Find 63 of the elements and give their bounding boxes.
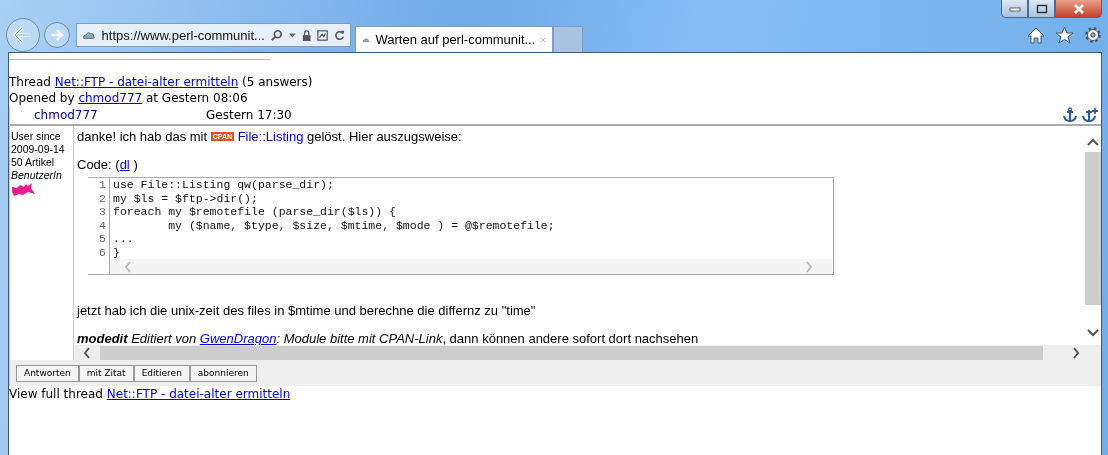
user-link[interactable]: chmod777 <box>78 91 143 105</box>
line-number: 1 <box>88 178 110 192</box>
code-label: Code: (dl ) <box>77 157 139 173</box>
star-icon[interactable] <box>1055 26 1074 44</box>
line-number: 4 <box>88 218 110 232</box>
back-arrow-icon <box>12 26 34 44</box>
opened-by-text: Opened by chmod777 at Gestern 08:06 <box>9 90 249 106</box>
scroll-down-icon[interactable] <box>1087 329 1099 337</box>
cloud-icon <box>82 29 96 41</box>
action-button[interactable]: Antworten <box>16 364 79 382</box>
scroll-up-icon[interactable] <box>1087 138 1099 146</box>
line-number: 3 <box>88 205 110 219</box>
user-role: BenutzerIn <box>11 169 63 182</box>
search-icon[interactable] <box>270 28 283 42</box>
code-line: } <box>112 245 120 259</box>
moderator-note: modedit Editiert von GwenDragon: Module bitte mit CPAN-Link, dann können andere sofort dort nachsehen <box>77 331 700 345</box>
message-text: jetzt hab ich die unix-zeit des files in $mtime und berechne die differnz zu "time" <box>77 303 537 319</box>
code-line: my $ls = $ftp->dir(); <box>112 191 258 205</box>
bat-icon <box>11 182 37 198</box>
url-text: https://www.perl-communit... <box>101 27 265 43</box>
code-line: foreach my $remotefile (parse_dir($ls)) { <box>112 205 396 219</box>
thread-link[interactable]: Net::FTP - datei-alter ermitteln <box>54 75 239 89</box>
action-button[interactable]: abonnieren <box>189 364 257 382</box>
maximize-button[interactable] <box>1028 0 1055 18</box>
close-button[interactable] <box>1055 0 1102 18</box>
thread-link[interactable]: Net::FTP - datei-alter ermitteln <box>106 387 291 401</box>
forward-arrow-icon <box>49 28 65 42</box>
anchor-plus-icon[interactable] <box>1082 107 1099 123</box>
anchor-icon[interactable] <box>1062 107 1078 123</box>
refresh-icon[interactable] <box>333 28 345 42</box>
lock-icon[interactable] <box>301 28 311 42</box>
compatibility-icon[interactable] <box>316 28 328 42</box>
author-name[interactable]: chmod777 <box>10 108 202 122</box>
back-button[interactable] <box>6 18 40 52</box>
user-since-date: 2009-09-14 <box>11 143 66 156</box>
user-since-label: User since <box>11 130 62 143</box>
browser-tab[interactable]: Warten auf perl-communit... <box>355 26 553 52</box>
code-line: use File::Listing qw(parse_dir); <box>112 178 334 192</box>
close-icon <box>1071 3 1086 14</box>
code-line: my ($name, $type, $size, $mtime, $mode ) = @$remotefile; <box>167 218 555 232</box>
address-bar[interactable]: https://www.perl-communit... <box>76 23 351 47</box>
home-icon[interactable] <box>1027 26 1045 44</box>
line-number: 5 <box>88 232 110 246</box>
scroll-left-icon[interactable] <box>82 346 92 359</box>
caret-icon[interactable] <box>288 32 296 38</box>
view-thread-text: View full thread Net::FTP - datei-alter ermitteln <box>9 386 292 402</box>
action-button[interactable]: mit Zitat <box>78 364 134 382</box>
horizontal-scrollbar[interactable] <box>74 345 1101 360</box>
code-line: ... <box>112 232 134 246</box>
maximize-icon <box>1035 3 1048 14</box>
scroll-right-icon[interactable] <box>1071 346 1081 359</box>
article-count: 50 Artikel <box>11 156 56 169</box>
minimize-icon <box>1008 5 1021 12</box>
action-button[interactable]: Editieren <box>133 364 190 382</box>
thread-title: Thread Net::FTP - datei-alter ermitteln (5 answers) <box>9 74 314 90</box>
download-link[interactable]: dl <box>119 157 130 172</box>
forward-button[interactable] <box>44 22 70 48</box>
minimize-button[interactable] <box>1001 0 1028 18</box>
post-time: Gestern 17:30 <box>206 108 292 122</box>
settings-icon[interactable] <box>1084 26 1102 44</box>
moderator-link[interactable]: GwenDragon <box>199 331 277 345</box>
line-number: 2 <box>88 191 110 205</box>
module-link[interactable]: File::Listing <box>237 129 304 144</box>
